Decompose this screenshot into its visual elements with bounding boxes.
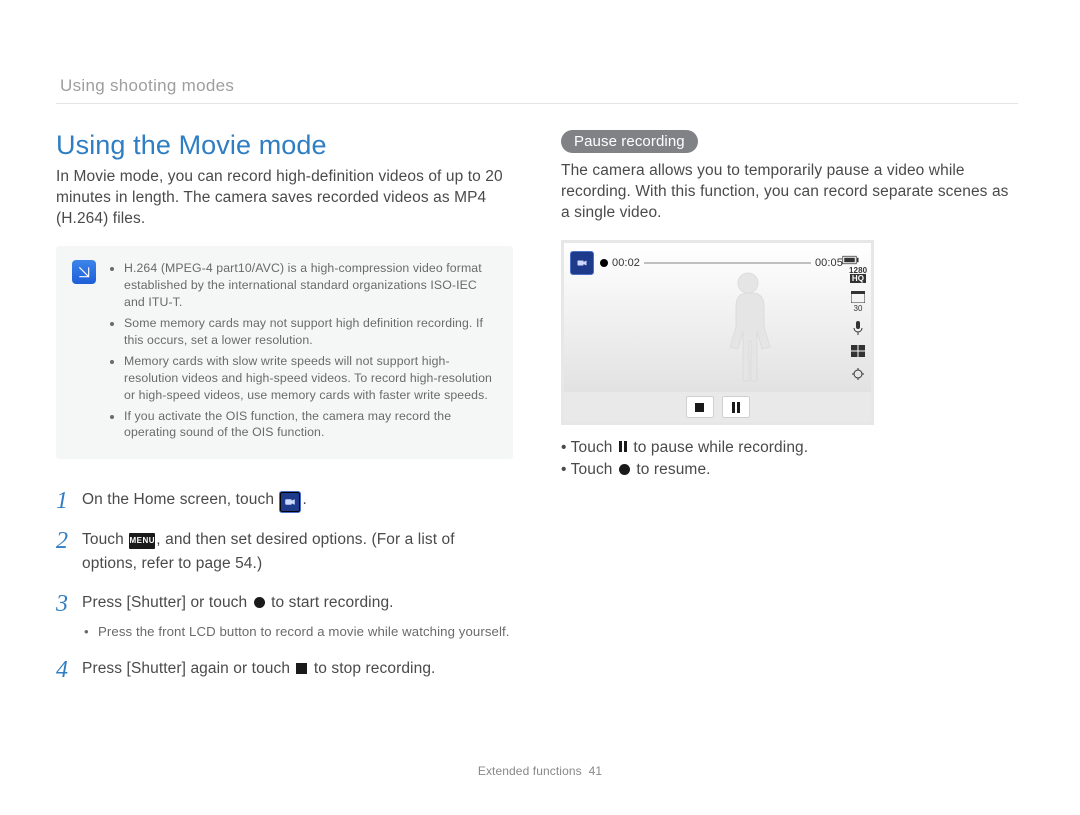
instruction-line: Touch to pause while recording. — [561, 439, 1018, 457]
steps-list: 1 On the Home screen, touch . 2 Touch ME… — [56, 487, 513, 682]
subject-silhouette — [721, 271, 776, 396]
note-item: If you activate the OIS function, the ca… — [124, 408, 497, 442]
note-item: Some memory cards may not support high d… — [124, 315, 497, 349]
note-item: H.264 (MPEG-4 part10/AVC) is a high-comp… — [124, 260, 497, 311]
step-number: 2 — [56, 527, 74, 576]
step-body: Press [Shutter] or touch to start record… — [82, 590, 510, 641]
step-body: Touch MENU, and then set desired options… — [82, 527, 513, 576]
mic-icon — [849, 321, 867, 337]
page-footer: Extended functions 41 — [0, 764, 1080, 778]
step-number: 1 — [56, 487, 74, 513]
fps-icon: 30 — [849, 291, 867, 313]
record-icon — [254, 597, 265, 608]
intro-paragraph: In Movie mode, you can record high-defin… — [56, 167, 513, 230]
instruction-line: Touch to resume. — [561, 461, 1018, 479]
movie-mode-icon — [570, 251, 594, 275]
record-indicator-icon — [600, 259, 608, 267]
subsection-paragraph: The camera allows you to temporarily pau… — [561, 161, 1018, 224]
subsection-pill: Pause recording — [561, 130, 698, 153]
ois-icon — [849, 367, 867, 383]
note-icon — [72, 260, 96, 284]
grid-icon — [849, 345, 867, 359]
step-body: Press [Shutter] again or touch to stop r… — [82, 656, 435, 682]
record-icon — [619, 464, 630, 475]
divider — [56, 103, 1018, 104]
page-title: Using the Movie mode — [56, 130, 513, 161]
stop-icon — [296, 663, 307, 674]
pause-icon — [619, 441, 627, 452]
movie-mode-icon — [279, 491, 301, 513]
stop-button[interactable] — [686, 396, 714, 418]
step-sub: Press the front LCD button to record a m… — [82, 622, 510, 642]
elapsed-time: 00:02 — [612, 257, 640, 269]
step-number: 4 — [56, 656, 74, 682]
remaining-time: 00:05 — [815, 257, 843, 269]
camera-screen-preview: 00:02 00:05 1280HQ 30 — [561, 240, 874, 425]
step-number: 3 — [56, 590, 74, 641]
section-header: Using shooting modes — [60, 76, 1024, 96]
step-body: On the Home screen, touch . — [82, 487, 307, 513]
status-icons: 1280HQ 30 — [849, 267, 867, 383]
menu-icon: MENU — [129, 533, 155, 549]
note-box: H.264 (MPEG-4 part10/AVC) is a high-comp… — [56, 246, 513, 460]
note-item: Memory cards with slow write speeds will… — [124, 353, 497, 404]
progress-bar — [644, 262, 811, 264]
pause-button[interactable] — [722, 396, 750, 418]
